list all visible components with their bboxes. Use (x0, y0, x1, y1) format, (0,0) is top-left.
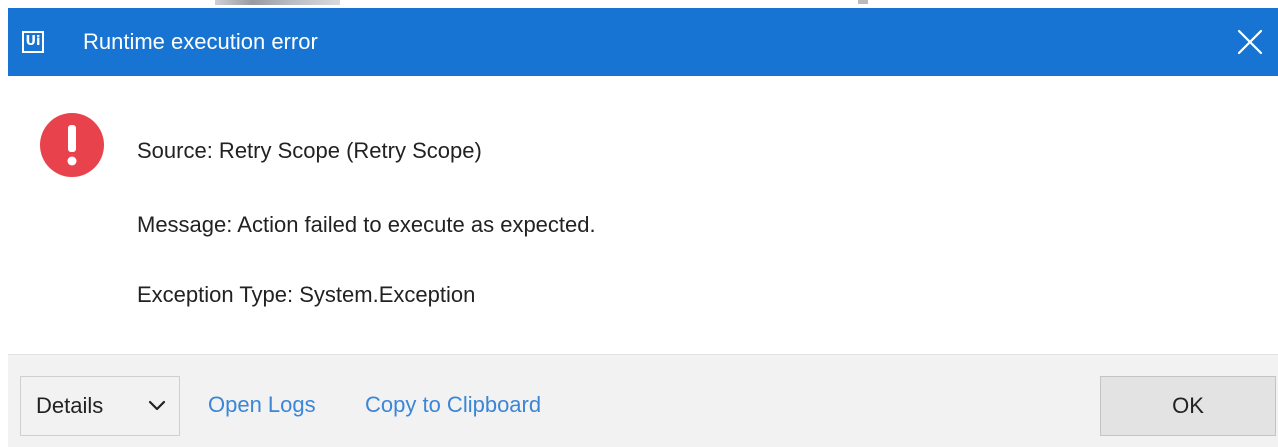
dialog-title: Runtime execution error (83, 29, 318, 54)
exception-type-text: Exception Type: System.Exception (137, 282, 476, 307)
details-button-label: Details (36, 393, 104, 418)
details-dropdown-button[interactable]: Details (20, 376, 180, 436)
dialog-content: Source: Retry Scope (Retry Scope) Messag… (8, 76, 1278, 354)
open-logs-link[interactable]: Open Logs (208, 392, 316, 418)
background-text-fragment (858, 0, 868, 4)
runtime-error-dialog: Ui Runtime execution error Source: Retry… (8, 8, 1278, 447)
dialog-footer: Details Open Logs Copy to Clipboard OK (8, 354, 1278, 447)
ok-button[interactable]: OK (1100, 376, 1276, 436)
background-text-fragment (215, 0, 340, 5)
error-exclamation-icon (40, 113, 104, 177)
uipath-logo-icon: Ui (22, 31, 44, 53)
chevron-down-icon (148, 400, 166, 411)
error-source-text: Source: Retry Scope (Retry Scope) (137, 138, 482, 163)
copy-to-clipboard-link[interactable]: Copy to Clipboard (365, 392, 541, 418)
title-bar[interactable]: Ui Runtime execution error (8, 8, 1278, 76)
close-icon (1237, 29, 1263, 55)
close-button[interactable] (1230, 22, 1270, 62)
error-message-text: Message: Action failed to execute as exp… (137, 212, 596, 237)
background-window-strip (0, 0, 1278, 8)
